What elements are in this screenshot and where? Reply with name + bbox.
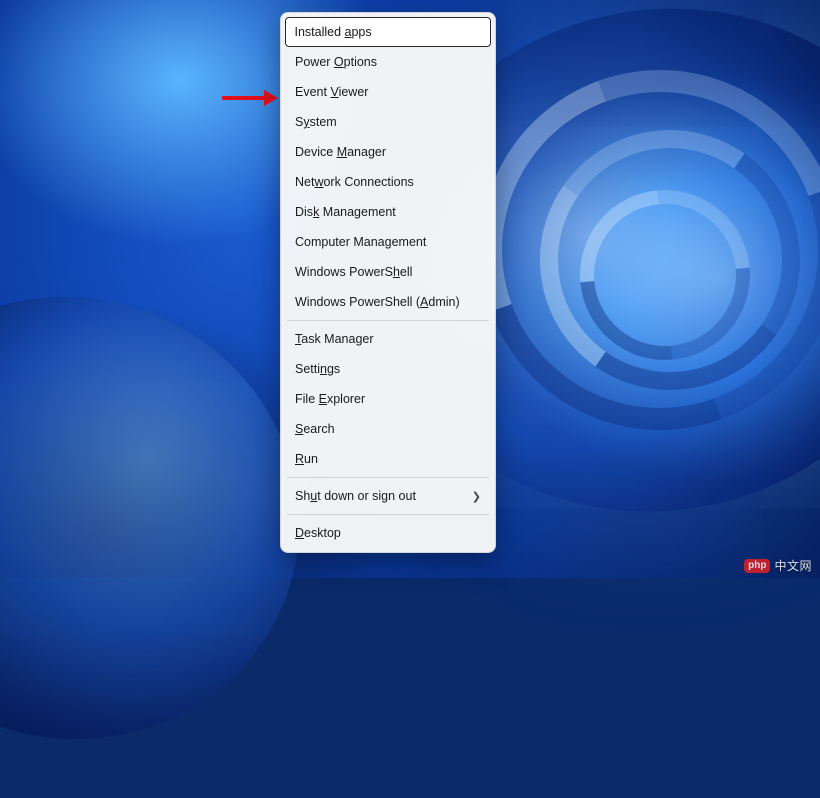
menu-item-event-viewer[interactable]: Event Viewer [285, 77, 491, 107]
menu-separator [287, 477, 489, 478]
menu-item-label: Run [295, 452, 318, 466]
menu-item-system[interactable]: System [285, 107, 491, 137]
accelerator-underline: D [295, 526, 304, 540]
menu-item-label: Search [295, 422, 335, 436]
accelerator-underline: O [334, 55, 344, 69]
menu-item-power-options[interactable]: Power Options [285, 47, 491, 77]
menu-item-device-manager[interactable]: Device Manager [285, 137, 491, 167]
menu-item-desktop[interactable]: Desktop [285, 518, 491, 548]
menu-item-label: Event Viewer [295, 85, 368, 99]
accelerator-underline: R [295, 452, 304, 466]
winx-context-menu[interactable]: Installed apps Power Options Event Viewer S… [280, 12, 496, 553]
chevron-right-icon: ❯ [472, 490, 481, 503]
menu-item-file-explorer[interactable]: File Explorer [285, 384, 491, 414]
menu-item-label: Computer Management [295, 235, 426, 249]
menu-item-label: Disk Management [295, 205, 396, 219]
menu-item-task-manager[interactable]: Task Manager [285, 324, 491, 354]
menu-item-label: File Explorer [295, 392, 365, 406]
accelerator-underline: E [319, 392, 327, 406]
menu-separator [287, 514, 489, 515]
menu-item-label: Settings [295, 362, 340, 376]
menu-item-windows-powershell-admin[interactable]: Windows PowerShell (Admin) [285, 287, 491, 317]
menu-item-installed-apps[interactable]: Installed apps [285, 17, 491, 47]
accelerator-underline: V [330, 85, 338, 99]
accelerator-underline: n [320, 362, 327, 376]
menu-item-network-connections[interactable]: Network Connections [285, 167, 491, 197]
menu-item-label: Windows PowerShell (Admin) [295, 295, 460, 309]
menu-item-label: Network Connections [295, 175, 414, 189]
menu-item-label: Task Manager [295, 332, 374, 346]
menu-item-shut-down-or-sign-out[interactable]: Shut down or sign out ❯ [285, 481, 491, 511]
menu-item-label: Desktop [295, 526, 341, 540]
menu-item-run[interactable]: Run [285, 444, 491, 474]
menu-item-disk-management[interactable]: Disk Management [285, 197, 491, 227]
menu-item-label: Windows PowerShell [295, 265, 412, 279]
menu-item-label: Shut down or sign out [295, 489, 416, 503]
menu-item-computer-management[interactable]: Computer Management [285, 227, 491, 257]
menu-item-label: System [295, 115, 337, 129]
menu-item-settings[interactable]: Settings [285, 354, 491, 384]
menu-item-label: Device Manager [295, 145, 386, 159]
accelerator-underline: g [385, 235, 392, 249]
menu-item-windows-powershell[interactable]: Windows PowerShell [285, 257, 491, 287]
menu-item-label: Installed apps [295, 25, 372, 39]
accelerator-underline: h [393, 265, 400, 279]
menu-item-label: Power Options [295, 55, 377, 69]
menu-separator [287, 320, 489, 321]
menu-item-search[interactable]: Search [285, 414, 491, 444]
accelerator-underline: M [337, 145, 347, 159]
